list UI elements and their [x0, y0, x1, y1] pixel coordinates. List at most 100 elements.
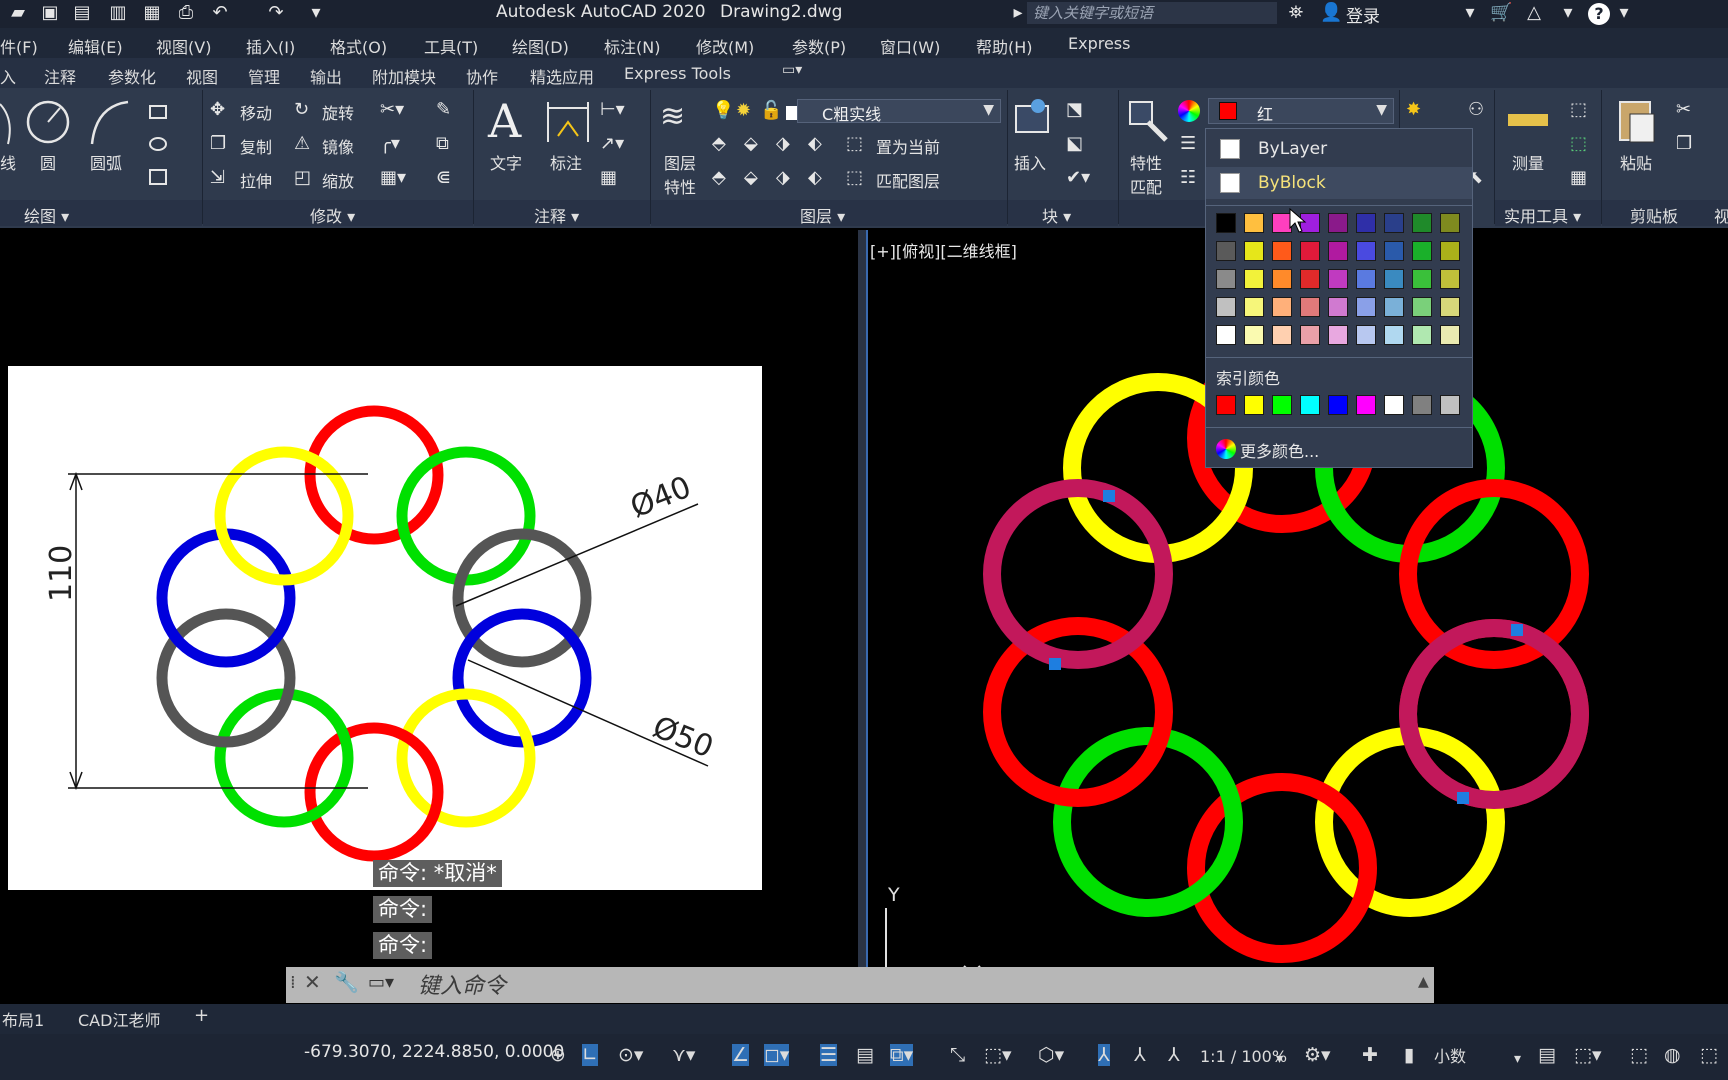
layer-off-icon[interactable]: ⬘	[712, 134, 726, 154]
user-icon[interactable]: 👤	[1320, 3, 1342, 23]
more-colors-option[interactable]: 更多颜色...	[1206, 431, 1472, 465]
calculator-icon[interactable]: ▦	[1570, 168, 1587, 188]
transparency-icon[interactable]: ▤	[856, 1044, 874, 1066]
erase-icon[interactable]: ✎	[436, 100, 451, 120]
layer-freeze-icon[interactable]: ⬗	[776, 134, 790, 154]
annotation-monitor-icon[interactable]: ⬚▾	[984, 1044, 1012, 1066]
byblock-option[interactable]: ByBlock	[1206, 167, 1472, 199]
view-panel-title[interactable]: 视	[1714, 203, 1728, 227]
polar-icon[interactable]: ⊙▾	[618, 1044, 643, 1066]
redo-icon[interactable]: ↷	[266, 3, 286, 23]
color-swatch[interactable]	[1412, 325, 1432, 345]
isolate-objects-icon[interactable]: ⬚	[1630, 1044, 1648, 1066]
array-icon[interactable]: ▦▾	[380, 168, 406, 188]
color-swatch[interactable]	[1356, 269, 1376, 289]
quick-select-icon[interactable]: ⬚	[1570, 134, 1587, 154]
layer-dropdown[interactable]: C粗实线 ▼	[797, 99, 1001, 124]
color-wheel-icon[interactable]	[1178, 100, 1200, 122]
web-open-icon[interactable]: ▥	[108, 3, 128, 23]
color-swatch[interactable]	[1412, 297, 1432, 317]
undo-icon[interactable]: ↶	[210, 3, 230, 23]
tab-output[interactable]: 输出	[310, 64, 342, 88]
color-swatch[interactable]	[1440, 325, 1460, 345]
lock-ui-icon[interactable]: ⬚▾	[1574, 1044, 1602, 1066]
paste-button[interactable]: 粘贴	[1620, 150, 1652, 174]
index-color-swatch[interactable]	[1272, 395, 1292, 415]
color-swatch[interactable]	[1328, 213, 1348, 233]
menu-dimension[interactable]: 标注(N)	[604, 34, 660, 58]
close-icon[interactable]: ✕	[304, 970, 321, 994]
a360-icon[interactable]: △	[1524, 3, 1544, 23]
tab-express-tools[interactable]: Express Tools	[624, 64, 731, 83]
stretch-button[interactable]: 拉伸	[240, 168, 272, 192]
index-color-row[interactable]	[1206, 391, 1472, 421]
line-button[interactable]: 线	[0, 150, 16, 174]
menu-express[interactable]: Express	[1068, 34, 1130, 53]
offset-icon[interactable]: ⋐	[436, 168, 451, 188]
chevron-down-icon[interactable]: ▾	[1276, 1048, 1283, 1070]
ungroup-icon[interactable]: ⚇	[1468, 100, 1484, 120]
quick-properties-icon[interactable]: ▤	[1538, 1044, 1556, 1066]
bulb-icon[interactable]: 💡	[712, 101, 734, 121]
save-icon[interactable]: ▣	[40, 3, 60, 23]
model-space-icon[interactable]: ⊕	[550, 1044, 566, 1066]
measure-button[interactable]: 测量	[1512, 150, 1544, 174]
workspace-dropdown-icon[interactable]: ▭▾	[782, 62, 802, 78]
color-swatch[interactable]	[1216, 297, 1236, 317]
index-color-swatch[interactable]	[1328, 395, 1348, 415]
mirror-button[interactable]: 镜像	[322, 134, 354, 158]
color-dropdown[interactable]: 红 ▼	[1208, 98, 1394, 124]
grip-icon[interactable]: ⁞	[290, 972, 296, 993]
color-swatch[interactable]	[1412, 213, 1432, 233]
menu-file[interactable]: 件(F)	[0, 34, 38, 58]
copy-button[interactable]: 复制	[240, 134, 272, 158]
layer-on-icon[interactable]: ⬘	[712, 168, 726, 188]
color-swatch[interactable]	[1384, 241, 1404, 261]
bylayer-option[interactable]: ByLayer	[1206, 133, 1472, 165]
layers-panel-title[interactable]: 图层 ▾	[800, 203, 845, 227]
color-swatch[interactable]	[1300, 269, 1320, 289]
edit-block-icon[interactable]: ⬕	[1066, 134, 1083, 154]
3d-object-snap-icon[interactable]: ⬡▾	[1038, 1044, 1064, 1066]
color-swatch[interactable]	[1244, 213, 1264, 233]
color-swatch[interactable]	[1384, 269, 1404, 289]
tab-cad-teacher[interactable]: CAD江老师	[78, 1007, 160, 1031]
plot-icon[interactable]: ⎙	[176, 3, 196, 23]
index-color-swatch[interactable]	[1300, 395, 1320, 415]
insert-button[interactable]: 插入	[1014, 150, 1046, 174]
explode-icon[interactable]: ⧉	[436, 134, 449, 154]
copy-clip-icon[interactable]: ❐	[1676, 134, 1692, 154]
clean-screen-icon[interactable]: ⬚	[1700, 1044, 1718, 1066]
command-input[interactable]: 键入命令	[418, 968, 506, 1000]
sun-icon[interactable]: ✹	[736, 101, 751, 121]
viewport-divider[interactable]	[858, 230, 866, 970]
scale-button[interactable]: 缩放	[322, 168, 354, 192]
index-color-swatch[interactable]	[1440, 395, 1460, 415]
annotation-scale-icon[interactable]: ⅄	[1168, 1044, 1180, 1066]
make-current-button[interactable]: 置为当前	[876, 134, 940, 158]
arc-button[interactable]: 圆弧	[90, 150, 122, 174]
color-swatch[interactable]	[1412, 269, 1432, 289]
cut-icon[interactable]: ✂	[1676, 100, 1691, 120]
graphics-performance-icon[interactable]: ◍	[1664, 1044, 1681, 1066]
menu-window[interactable]: 窗口(W)	[880, 34, 940, 58]
menu-insert[interactable]: 插入(I)	[246, 34, 295, 58]
layer-thaw-icon[interactable]: ⬗	[776, 168, 790, 188]
match-properties-button[interactable]: 特性	[1130, 150, 1162, 174]
color-swatch[interactable]	[1356, 241, 1376, 261]
index-color-swatch[interactable]	[1216, 395, 1236, 415]
color-swatch[interactable]	[1272, 325, 1292, 345]
draw-panel-title[interactable]: 绘图 ▾	[24, 203, 69, 227]
layer-lock-icon[interactable]: ⬖	[808, 134, 822, 154]
annotation-scale-display[interactable]: 1:1 / 100%	[1200, 1046, 1287, 1068]
index-color-swatch[interactable]	[1356, 395, 1376, 415]
color-swatch[interactable]	[1440, 241, 1460, 261]
color-swatch[interactable]	[1328, 269, 1348, 289]
color-swatch[interactable]	[1328, 297, 1348, 317]
lineweight-icon[interactable]: ☰	[1180, 134, 1196, 154]
dropdown-icon[interactable]: ▾	[1614, 3, 1634, 23]
open-icon[interactable]: ▰	[8, 3, 28, 23]
tab-addins[interactable]: 附加模块	[372, 64, 436, 88]
color-swatch[interactable]	[1384, 213, 1404, 233]
match-layer-button[interactable]: 匹配图层	[876, 168, 940, 192]
